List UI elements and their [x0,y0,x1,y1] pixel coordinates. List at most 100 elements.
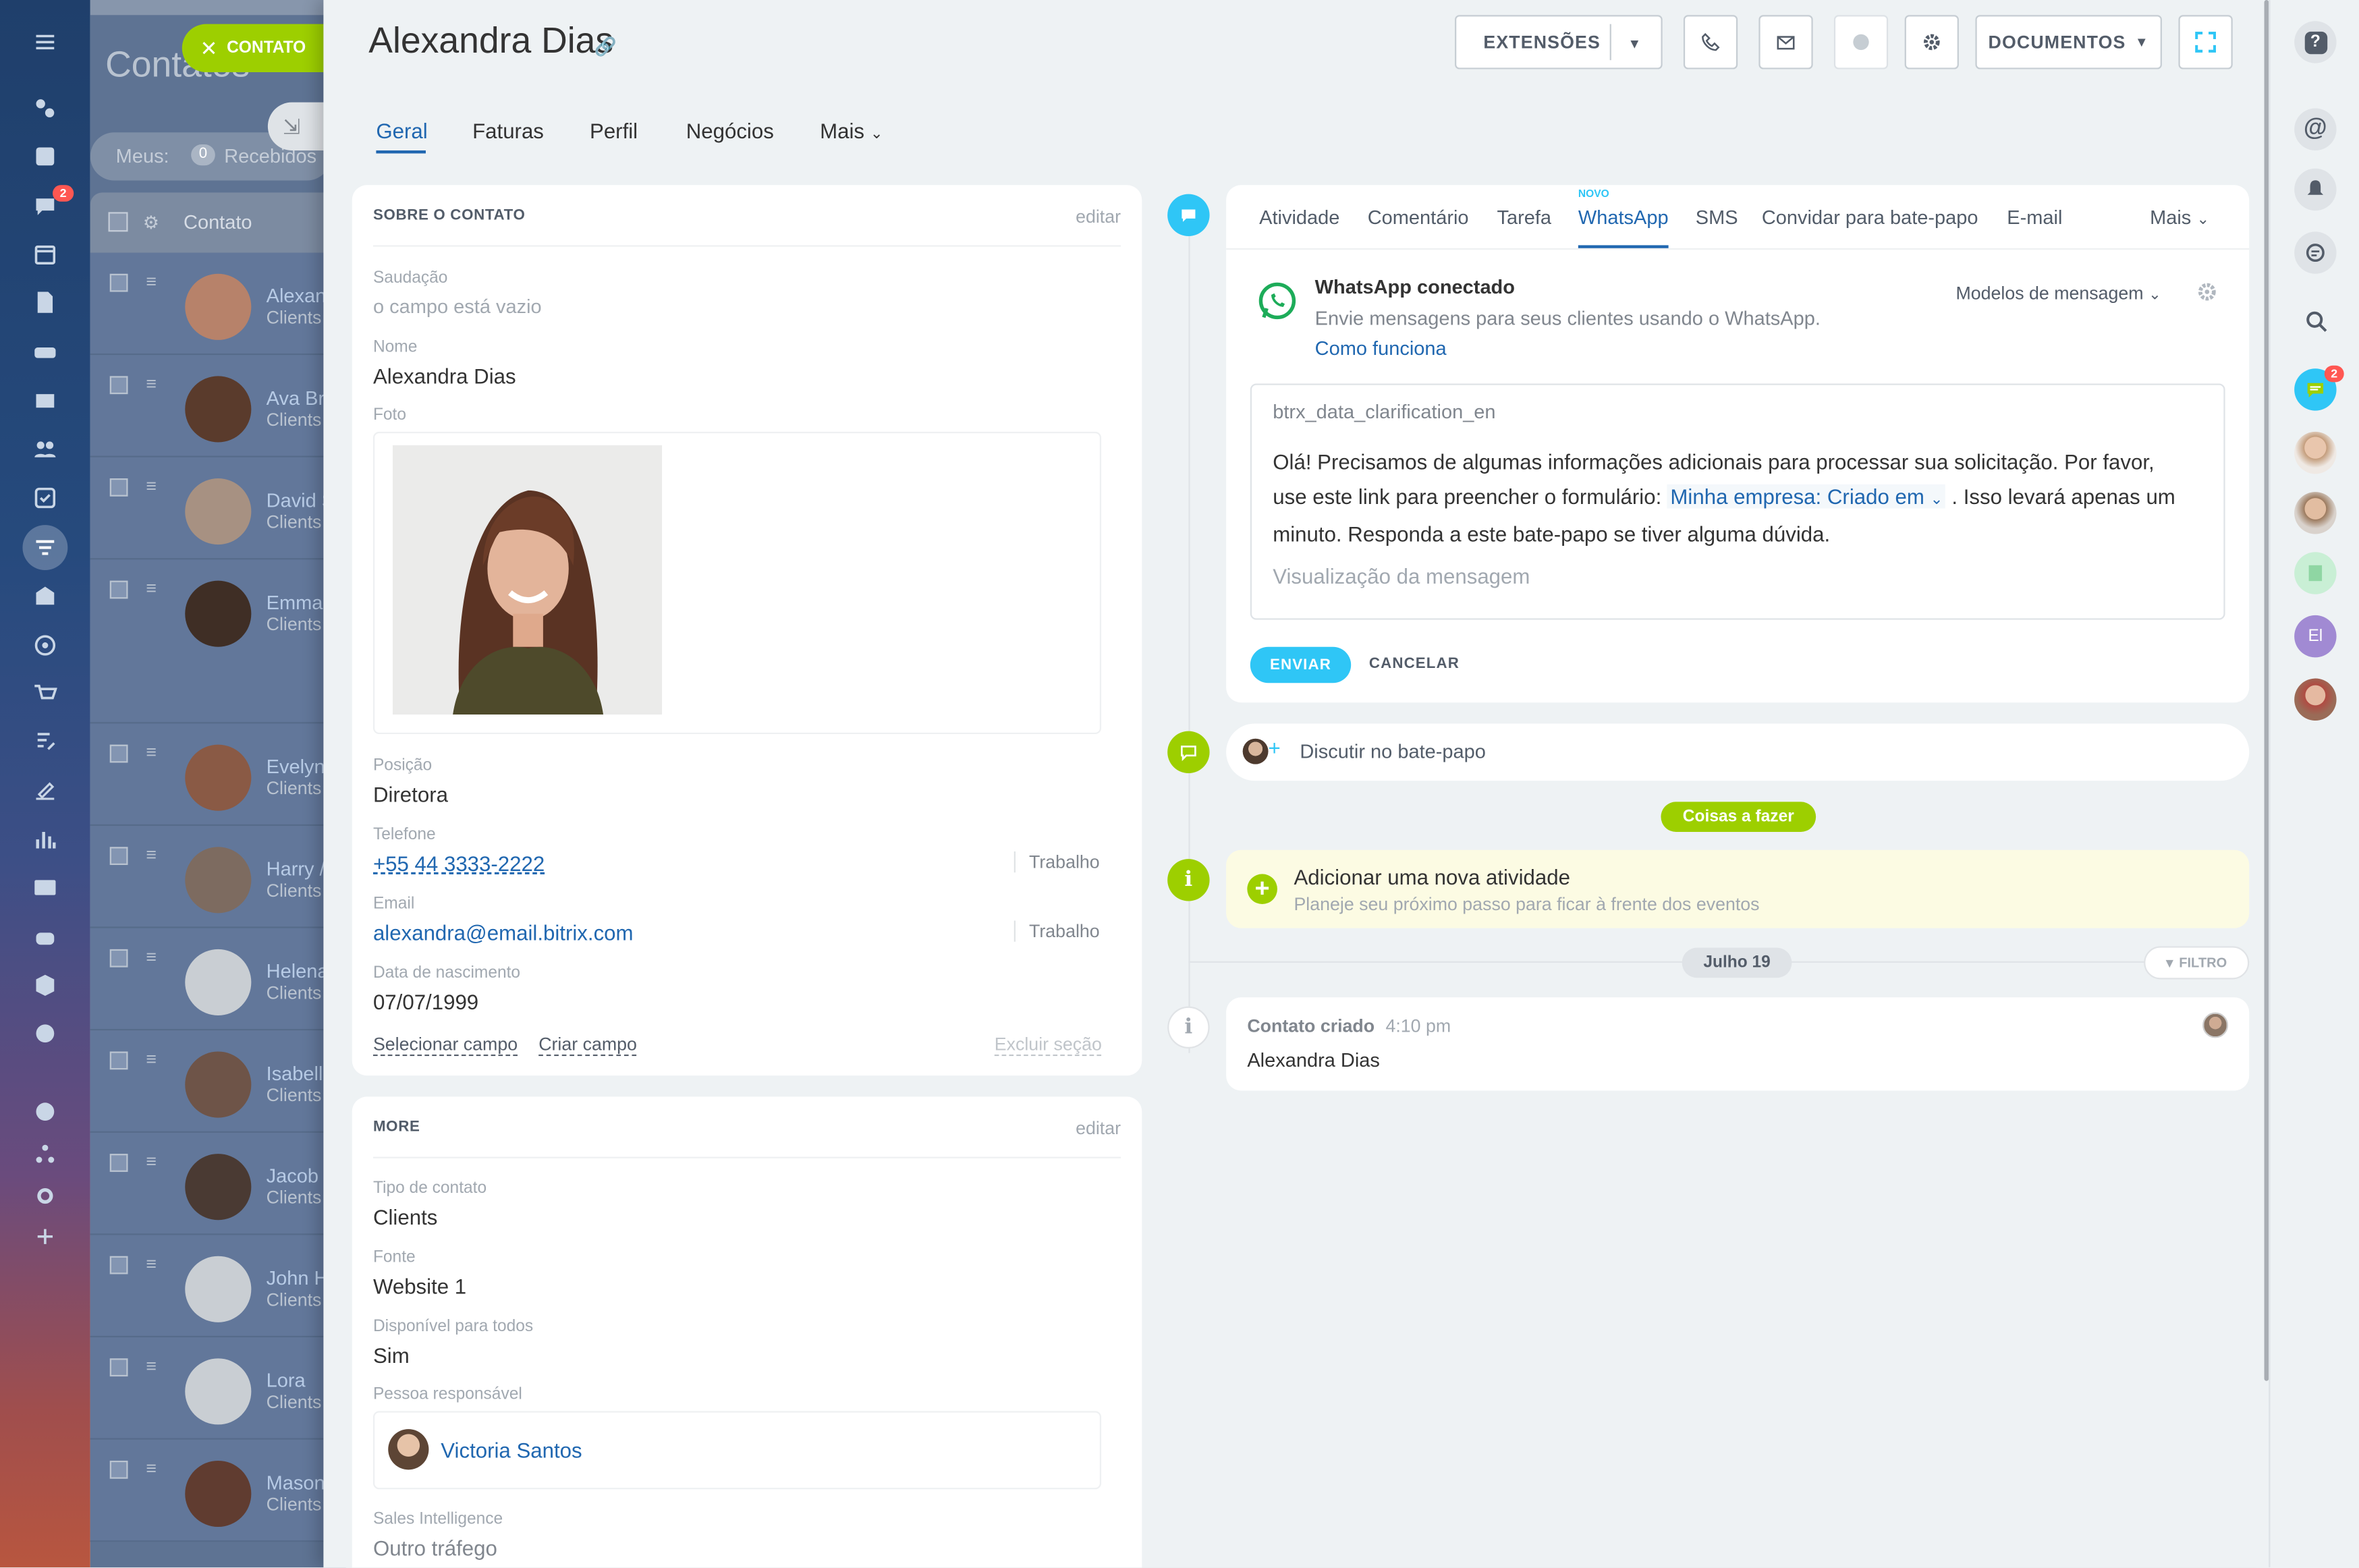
robot-icon[interactable] [30,922,61,953]
row-checkbox[interactable] [109,1154,128,1172]
row-menu-icon[interactable]: ≡ [146,1457,157,1478]
box-icon[interactable] [30,970,61,1001]
list-row[interactable]: ≡ Mason Clients [90,1439,331,1542]
collapse-icon[interactable]: ⇲ [267,102,329,150]
link-icon[interactable]: 🔗 [594,36,617,57]
avatar[interactable] [2294,678,2337,721]
more-circle-icon[interactable] [30,1018,61,1048]
tab-general[interactable]: Geral [376,119,427,143]
filter-button[interactable]: ▾ FILTRO [2144,946,2250,980]
list-settings-icon[interactable]: ⚙ [143,212,159,233]
tab-comment[interactable]: Comentário [1368,206,1469,228]
column-contact[interactable]: Contato [184,211,252,233]
select-all-checkbox[interactable] [108,212,128,232]
row-name[interactable]: Ava Br [267,387,325,409]
analytics-icon[interactable] [30,824,61,855]
tasks-icon[interactable] [30,483,61,513]
row-checkbox[interactable] [109,376,128,395]
row-menu-icon[interactable]: ≡ [146,1253,157,1274]
mail-icon[interactable] [30,385,61,416]
row-name[interactable]: Alexan [267,284,327,306]
delete-section-link[interactable]: Excluir seção [994,1034,1102,1057]
tab-more[interactable]: Mais ⌄ [820,119,883,143]
message-editor[interactable]: btrx_data_clarification_en Olá! Precisam… [1250,383,2225,620]
row-menu-icon[interactable]: ≡ [146,373,157,394]
row-menu-icon[interactable]: ≡ [146,946,157,967]
funnel-icon[interactable] [30,532,61,563]
row-checkbox[interactable] [109,949,128,968]
tab-whatsapp[interactable]: WhatsApp [1578,206,1669,228]
list-row[interactable]: ≡ Emma Clients [90,559,331,724]
phone-button[interactable] [1683,15,1738,69]
gear-icon[interactable] [2195,280,2222,307]
settings-button[interactable] [1904,15,1959,69]
edit-link[interactable]: editar [1076,206,1121,227]
tab-email[interactable]: E-mail [2007,206,2062,228]
list-row[interactable]: ≡ Evelyn Clients [90,723,331,827]
cart-icon[interactable] [30,679,61,709]
row-name[interactable]: Harry / [267,858,325,880]
email-button[interactable] [1758,15,1813,69]
document-icon[interactable] [30,287,61,318]
row-checkbox[interactable] [109,273,128,292]
settings-icon[interactable] [30,1181,61,1211]
row-checkbox[interactable] [109,580,128,599]
feed-icon[interactable] [30,142,61,172]
list-row[interactable]: ≡ Jacob Clients [90,1132,331,1235]
row-menu-icon[interactable]: ≡ [146,578,157,598]
list-row[interactable]: ≡ John H Clients [90,1235,331,1338]
target-icon[interactable] [30,630,61,661]
tab-profile[interactable]: Perfil [590,119,638,143]
row-menu-icon[interactable]: ≡ [146,844,157,865]
notifications-button[interactable] [2294,168,2337,211]
row-menu-icon[interactable]: ≡ [146,741,157,762]
row-menu-icon[interactable]: ≡ [146,1355,157,1376]
edit-list-icon[interactable] [30,727,61,757]
how-it-works-link[interactable]: Como funciona [1315,337,1447,359]
avatar[interactable] [2294,431,2337,474]
tab-sms[interactable]: SMS [1696,206,1738,228]
row-menu-icon[interactable]: ≡ [146,476,157,497]
messages-button[interactable] [2294,231,2337,274]
contact-button[interactable]: ✕ CONTATO [182,24,333,73]
responsible-name[interactable]: Victoria Santos [441,1438,582,1462]
drive-icon[interactable] [30,337,61,367]
help-button[interactable]: ? [2294,21,2337,63]
list-row[interactable]: ≡ Alexan Clients [90,252,331,356]
help-icon[interactable] [30,1096,61,1127]
list-row[interactable]: ≡ Harry / Clients [90,826,331,928]
list-row[interactable]: ≡ David S Clients [90,457,335,560]
add-activity-card[interactable]: + Adicionar uma nova atividade Planeje s… [1226,849,2250,928]
list-row[interactable]: ≡ Ava Br Clients [90,355,331,457]
card-icon[interactable] [30,872,61,903]
structure-icon[interactable] [30,1139,61,1169]
store-icon[interactable] [30,581,61,611]
chat-button[interactable] [1833,15,1889,69]
edit-link[interactable]: editar [1076,1118,1121,1139]
row-checkbox[interactable] [109,1460,128,1479]
discuss-chat-bar[interactable]: + Discutir no bate-papo [1226,723,2250,781]
create-field-link[interactable]: Criar campo [538,1034,637,1057]
row-name[interactable]: Lora [267,1369,306,1391]
scrollbar[interactable] [2264,0,2269,1381]
row-checkbox[interactable] [109,478,128,497]
row-checkbox[interactable] [109,744,128,763]
plus-icon[interactable] [30,1221,61,1252]
row-checkbox[interactable] [109,847,128,866]
email-value[interactable]: alexandra@email.bitrix.com [373,921,634,945]
row-name[interactable]: Mason [267,1472,325,1494]
group-chat-avatar[interactable] [2294,552,2337,594]
row-checkbox[interactable] [109,1051,128,1070]
documents-button[interactable]: DOCUMENTOS ▼ [1975,15,2162,69]
list-row[interactable]: ≡ Isabella Clients [90,1030,334,1133]
row-menu-icon[interactable]: ≡ [146,271,157,291]
row-checkbox[interactable] [109,1256,128,1275]
cancel-button[interactable]: CANCELAR [1369,656,1460,673]
list-row[interactable]: ≡ Lora Clients [90,1337,331,1440]
row-name[interactable]: John H [267,1266,329,1289]
row-checkbox[interactable] [109,1358,128,1377]
fullscreen-button[interactable] [2178,15,2233,69]
sign-icon[interactable] [30,776,61,806]
select-field-link[interactable]: Selecionar campo [372,1034,518,1057]
phone-value[interactable]: +55 44 3333-2222 [373,851,545,876]
